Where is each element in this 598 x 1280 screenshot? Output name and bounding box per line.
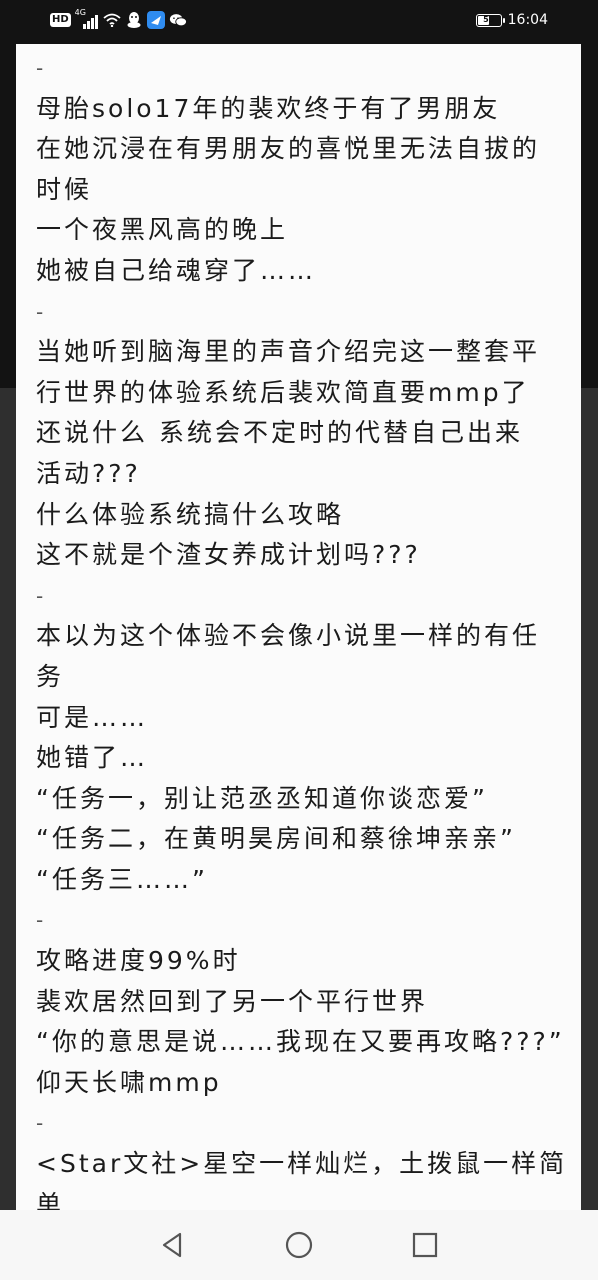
signal-icon: 4G <box>75 8 99 29</box>
hd-icon: HD <box>50 13 71 27</box>
text-line: 时候 <box>36 174 93 204</box>
text-line: 在她沉浸在有男朋友的喜悦里无法自拔的 <box>36 134 541 164</box>
text-line: 单 <box>36 1189 65 1210</box>
text-line: 本以为这个体验不会像小说里一样的有任 <box>36 621 541 651</box>
text-line: 行世界的体验系统后裴欢简直要mmp了 <box>36 377 530 407</box>
text-line: 这不就是个渣女养成计划吗??? <box>36 540 421 570</box>
back-button[interactable] <box>153 1225 193 1265</box>
status-icons-left: HD 4G <box>50 8 187 29</box>
separator-line: - <box>36 583 47 608</box>
separator-line: - <box>36 56 47 80</box>
text-line: “任务一，别让范丞丞知道你谈恋爱” <box>36 783 488 813</box>
qq-icon <box>125 11 143 29</box>
battery-icon: 55 <box>475 13 505 27</box>
recents-button[interactable] <box>405 1225 445 1265</box>
status-bar: HD 4G 55 16:04 <box>0 0 598 42</box>
text-line: 什么体验系统搞什么攻略 <box>36 499 345 529</box>
text-card: - 母胎solo17年的裴欢终于有了男朋友在她沉浸在有男朋友的喜悦里无法自拔的 时候… <box>16 44 581 1210</box>
text-line: 可是…… <box>36 702 149 732</box>
text-line: 她错了… <box>36 743 149 773</box>
wechat-icon <box>169 11 187 29</box>
separator-line: - <box>36 299 47 324</box>
home-circle-icon <box>285 1231 313 1259</box>
text-line: “你的意思是说……我现在又要再攻略???” <box>36 1027 565 1057</box>
text-body: - 母胎solo17年的裴欢终于有了男朋友在她沉浸在有男朋友的喜悦里无法自拔的 时候… <box>36 48 566 1210</box>
battery-level: 55 <box>483 15 495 24</box>
clock: 16:04 <box>507 12 548 28</box>
text-line: 她被自己给魂穿了…… <box>36 255 317 285</box>
recents-square-icon <box>412 1232 438 1258</box>
text-line: 攻略进度99%时 <box>36 946 241 976</box>
text-line: 当她听到脑海里的声音介绍完这一整套平 <box>36 337 541 367</box>
text-line: 务 <box>36 661 65 691</box>
separator-line: - <box>36 1111 47 1136</box>
text-line: “任务三……” <box>36 864 208 894</box>
back-triangle-icon <box>162 1232 182 1258</box>
text-line: 裴欢居然回到了另一个平行世界 <box>36 986 429 1016</box>
home-button[interactable] <box>279 1225 319 1265</box>
wifi-icon <box>103 11 121 29</box>
text-line: 一个夜黑风高的晚上 <box>36 215 289 245</box>
text-line: <Star文社>星空一样灿烂，土拨鼠一样简 <box>36 1149 566 1179</box>
separator-line: - <box>36 908 47 933</box>
text-line: 仰天长啸mmp <box>36 1067 222 1097</box>
navigation-bar <box>0 1210 598 1280</box>
status-icons-right: 55 16:04 <box>475 12 548 28</box>
text-line: 母胎solo17年的裴欢终于有了男朋友 <box>36 93 501 123</box>
feishu-icon <box>146 11 165 29</box>
text-line: 活动??? <box>36 458 141 488</box>
text-line: 还说什么 系统会不定时的代替自己出来 <box>36 418 523 448</box>
text-line: “任务二，在黄明昊房间和蔡徐坤亲亲” <box>36 824 516 854</box>
